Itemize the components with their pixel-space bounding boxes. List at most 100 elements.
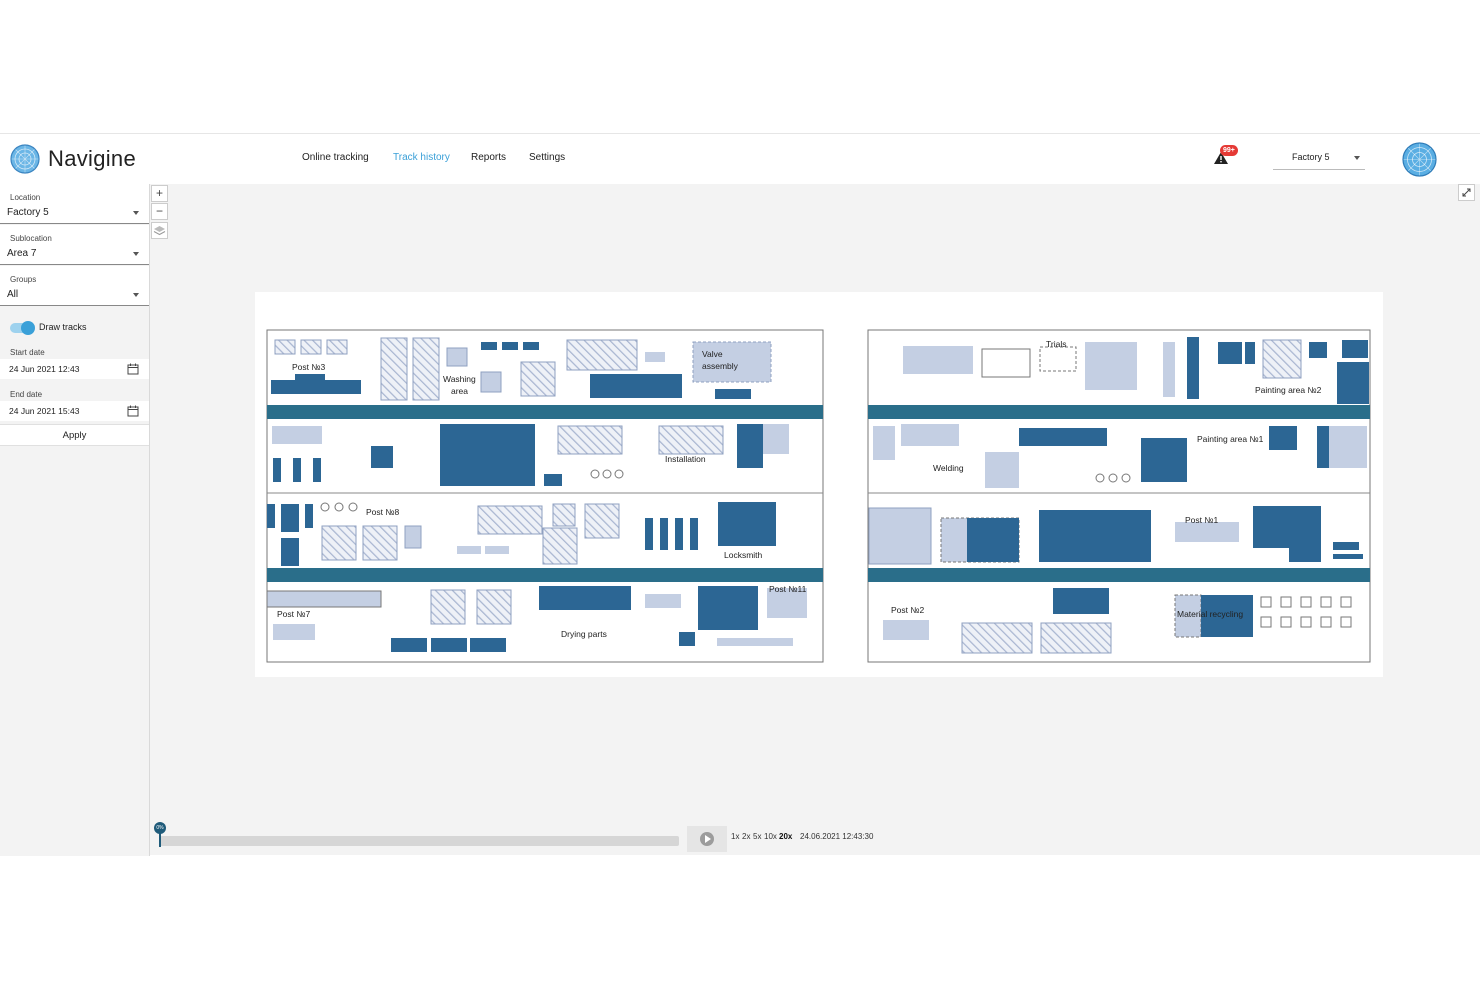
- speed-2x[interactable]: 2x: [742, 832, 750, 841]
- equipment: [1340, 596, 1352, 608]
- equipment: [470, 638, 506, 652]
- floor-plan-map[interactable]: Post №3 Washing area Valve assembly Tria…: [255, 292, 1383, 677]
- zone-label: Trials: [1046, 339, 1066, 349]
- equipment: [1163, 342, 1175, 397]
- equipment: [645, 594, 681, 608]
- room: [868, 507, 932, 565]
- equipment: [718, 502, 776, 546]
- timeline-marker[interactable]: 0%: [154, 822, 166, 834]
- layers-button[interactable]: [151, 222, 168, 239]
- end-date-field[interactable]: 24 Jun 2021 15:43: [0, 401, 149, 421]
- equipment: [485, 546, 509, 554]
- draw-tracks-toggle[interactable]: [10, 321, 35, 335]
- factory-select[interactable]: Factory 5: [1273, 148, 1365, 170]
- fullscreen-button[interactable]: [1458, 184, 1475, 201]
- zone-label: Locksmith: [724, 550, 763, 560]
- equipment: [1218, 342, 1242, 364]
- sublocation-label: Sublocation: [10, 234, 52, 243]
- equipment: [717, 638, 793, 646]
- equipment: [1317, 426, 1329, 468]
- equipment: [1039, 510, 1151, 562]
- equipment: [371, 446, 393, 468]
- equipment: [313, 458, 321, 482]
- notification-badge: 99+: [1220, 145, 1238, 156]
- equipment: [645, 518, 653, 550]
- nav-reports[interactable]: Reports: [471, 152, 506, 163]
- nav-track-history[interactable]: Track history: [393, 152, 450, 163]
- calendar-icon[interactable]: [127, 405, 139, 417]
- speed-20x[interactable]: 20x: [779, 832, 792, 841]
- navigine-logo-icon[interactable]: [10, 144, 40, 174]
- playback-timeline[interactable]: [160, 836, 679, 846]
- equipment: [273, 624, 315, 640]
- equipment: [1333, 542, 1359, 550]
- station: [320, 502, 330, 512]
- room: [380, 337, 408, 401]
- station: [1095, 473, 1105, 483]
- equipment: [679, 632, 695, 646]
- speed-10x[interactable]: 10x: [764, 832, 777, 841]
- factory-select-value: Factory 5: [1292, 152, 1330, 162]
- room: [476, 589, 512, 625]
- zone-label: assembly: [702, 361, 739, 371]
- equipment: [763, 424, 789, 454]
- equipment: [690, 518, 698, 550]
- sublocation-select[interactable]: Sublocation Area 7: [0, 225, 149, 265]
- calendar-icon[interactable]: [127, 363, 139, 375]
- nav-settings[interactable]: Settings: [529, 152, 565, 163]
- zone-label: Installation: [665, 454, 706, 464]
- room: [981, 348, 1031, 378]
- equipment: [305, 504, 313, 528]
- equipment: [1260, 616, 1272, 628]
- station: [348, 502, 358, 512]
- app-window: Navigine Online tracking Track history R…: [0, 133, 1480, 856]
- equipment: [480, 371, 502, 393]
- chevron-down-icon: [133, 252, 139, 256]
- zone-label: area: [451, 386, 468, 396]
- zone-label: Washing: [443, 374, 476, 384]
- equipment: [737, 424, 763, 468]
- equipment: [281, 538, 299, 566]
- zone-label: Painting area №1: [1197, 434, 1264, 444]
- speed-1x[interactable]: 1x: [731, 832, 739, 841]
- apply-button[interactable]: Apply: [0, 424, 149, 446]
- equipment: [1187, 337, 1199, 399]
- zone-label: Material recycling: [1177, 609, 1243, 619]
- zone-label: Post №3: [292, 362, 325, 372]
- avatar[interactable]: [1402, 142, 1437, 177]
- equipment: [273, 458, 281, 482]
- zone-label: Post №7: [277, 609, 310, 619]
- room: [321, 525, 357, 561]
- play-button[interactable]: [687, 826, 727, 852]
- end-date-value: 24 Jun 2021 15:43: [9, 406, 80, 416]
- zone-label: Post №11: [769, 584, 807, 594]
- equipment: [1309, 342, 1327, 358]
- zoom-out-button[interactable]: −: [151, 203, 168, 220]
- equipment: [883, 620, 929, 640]
- zoom-in-button[interactable]: +: [151, 185, 168, 202]
- speed-5x[interactable]: 5x: [753, 832, 761, 841]
- equipment: [404, 525, 422, 549]
- location-label: Location: [10, 193, 41, 202]
- location-select[interactable]: Location Factory 5: [0, 184, 149, 224]
- brand-name[interactable]: Navigine: [48, 146, 136, 172]
- zone-label: Painting area №2: [1255, 385, 1322, 395]
- equipment: [391, 638, 427, 652]
- groups-select[interactable]: Groups All: [0, 266, 149, 306]
- chevron-down-icon: [133, 293, 139, 297]
- corridor: [868, 405, 1370, 419]
- start-date-value: 24 Jun 2021 12:43: [9, 364, 80, 374]
- equipment: [1253, 506, 1321, 548]
- equipment: [1245, 342, 1255, 364]
- groups-value: All: [7, 289, 19, 300]
- play-icon: [700, 832, 714, 846]
- start-date-field[interactable]: 24 Jun 2021 12:43: [0, 359, 149, 379]
- station: [602, 469, 612, 479]
- zone-label: Valve: [702, 349, 723, 359]
- start-date-label: Start date: [10, 348, 45, 357]
- equipment: [985, 452, 1019, 488]
- equipment: [539, 586, 631, 610]
- chevron-down-icon: [133, 211, 139, 215]
- nav-online-tracking[interactable]: Online tracking: [302, 152, 369, 163]
- equipment: [967, 518, 1019, 562]
